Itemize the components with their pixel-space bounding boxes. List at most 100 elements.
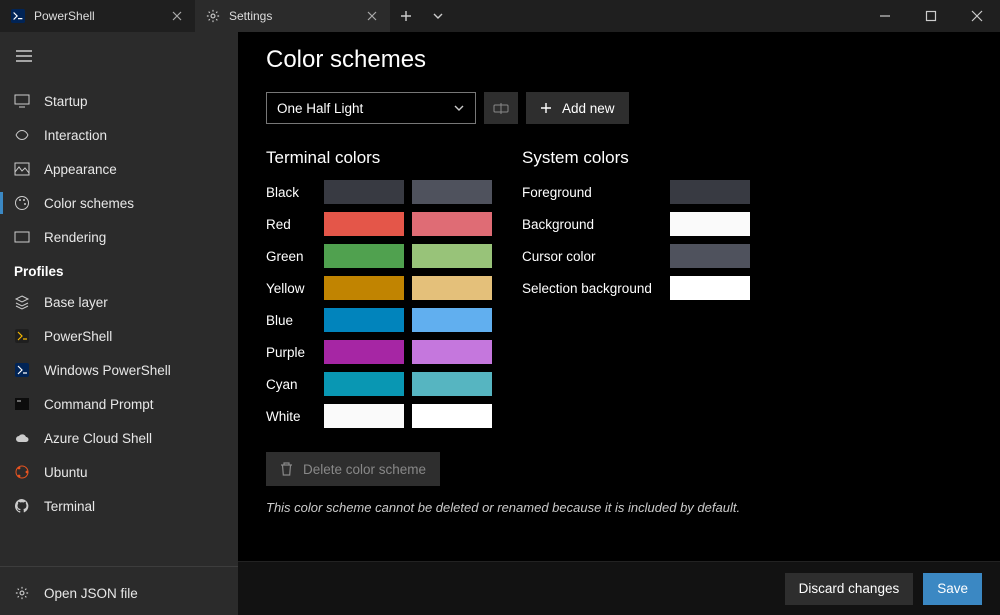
color-swatch[interactable] [670, 180, 750, 204]
system-color-row: Cursor color [522, 244, 750, 268]
tab-label: Settings [229, 9, 272, 23]
sidebar-profile-windows-powershell[interactable]: Windows PowerShell [0, 353, 238, 387]
rendering-icon [14, 229, 30, 245]
appearance-icon [14, 161, 30, 177]
color-swatch-bright[interactable] [412, 308, 492, 332]
color-swatch[interactable] [324, 308, 404, 332]
close-window-button[interactable] [954, 0, 1000, 32]
sidebar-item-label: Windows PowerShell [44, 363, 171, 378]
terminal-color-row: Purple [266, 340, 492, 364]
color-swatch[interactable] [324, 212, 404, 236]
sidebar-item-label: Rendering [44, 230, 106, 245]
color-swatch[interactable] [324, 404, 404, 428]
new-tab-button[interactable] [390, 0, 422, 32]
color-swatch-bright[interactable] [412, 244, 492, 268]
sidebar-item-label: Color schemes [44, 196, 134, 211]
sidebar-item-label: Open JSON file [44, 586, 138, 601]
sidebar-profile-ubuntu[interactable]: Ubuntu [0, 455, 238, 489]
color-swatch-bright[interactable] [412, 340, 492, 364]
color-swatch[interactable] [324, 340, 404, 364]
sidebar-item-label: Interaction [44, 128, 107, 143]
sidebar-profile-powershell[interactable]: PowerShell [0, 319, 238, 353]
delete-color-scheme-button[interactable]: Delete color scheme [266, 452, 440, 486]
color-label: Red [266, 217, 316, 232]
color-swatch[interactable] [324, 180, 404, 204]
color-swatch-bright[interactable] [412, 180, 492, 204]
sidebar-profile-baselayer[interactable]: Base layer [0, 285, 238, 319]
color-label: White [266, 409, 316, 424]
color-label: Black [266, 185, 316, 200]
scheme-selector[interactable]: One Half Light [266, 92, 476, 124]
color-label: Yellow [266, 281, 316, 296]
open-json-file[interactable]: Open JSON file [0, 571, 238, 615]
sidebar-item-label: Command Prompt [44, 397, 154, 412]
sidebar-item-label: Azure Cloud Shell [44, 431, 152, 446]
maximize-button[interactable] [908, 0, 954, 32]
sidebar-profile-azure[interactable]: Azure Cloud Shell [0, 421, 238, 455]
chevron-down-icon [453, 102, 465, 114]
page-title: Color schemes [266, 46, 972, 74]
cloud-icon [14, 430, 30, 446]
color-label: Cursor color [522, 249, 662, 264]
terminal-color-row: Green [266, 244, 492, 268]
window-controls [862, 0, 1000, 32]
color-swatch[interactable] [324, 372, 404, 396]
color-swatch[interactable] [324, 276, 404, 300]
hamburger-button[interactable] [4, 38, 44, 74]
terminal-color-row: Yellow [266, 276, 492, 300]
close-icon[interactable] [364, 8, 380, 24]
sidebar-item-interaction[interactable]: Interaction [0, 118, 238, 152]
minimize-button[interactable] [862, 0, 908, 32]
default-scheme-note: This color scheme cannot be deleted or r… [266, 500, 972, 515]
color-label: Selection background [522, 281, 662, 296]
sidebar-profile-cmd[interactable]: Command Prompt [0, 387, 238, 421]
color-swatch-bright[interactable] [412, 212, 492, 236]
color-swatch[interactable] [670, 212, 750, 236]
save-button[interactable]: Save [923, 573, 982, 605]
add-new-label: Add new [562, 101, 615, 116]
tab-label: PowerShell [34, 9, 95, 23]
color-label: Blue [266, 313, 316, 328]
layers-icon [14, 294, 30, 310]
color-label: Cyan [266, 377, 316, 392]
powershell-icon [14, 328, 30, 344]
rename-scheme-button[interactable] [484, 92, 518, 124]
sidebar-item-rendering[interactable]: Rendering [0, 220, 238, 254]
sidebar-item-appearance[interactable]: Appearance [0, 152, 238, 186]
trash-icon [280, 462, 293, 476]
tab-powershell[interactable]: PowerShell [0, 0, 195, 32]
sidebar-item-color-schemes[interactable]: Color schemes [0, 186, 238, 220]
tab-settings[interactable]: Settings [195, 0, 390, 32]
color-swatch-bright[interactable] [412, 276, 492, 300]
sidebar-profile-terminal[interactable]: Terminal [0, 489, 238, 523]
discard-changes-button[interactable]: Discard changes [785, 573, 914, 605]
profiles-heading: Profiles [0, 254, 238, 285]
delete-scheme-label: Delete color scheme [303, 462, 426, 477]
color-swatch-bright[interactable] [412, 372, 492, 396]
terminal-color-row: Cyan [266, 372, 492, 396]
terminal-colors-heading: Terminal colors [266, 148, 492, 168]
color-label: Purple [266, 345, 316, 360]
color-swatch[interactable] [670, 276, 750, 300]
system-colors-heading: System colors [522, 148, 750, 168]
color-swatch[interactable] [670, 244, 750, 268]
add-new-scheme-button[interactable]: Add new [526, 92, 629, 124]
system-colors-section: System colors ForegroundBackgroundCursor… [522, 148, 750, 436]
color-swatch[interactable] [324, 244, 404, 268]
tab-dropdown-button[interactable] [422, 0, 454, 32]
scheme-selector-value: One Half Light [277, 101, 363, 116]
powershell-icon [10, 8, 26, 24]
monitor-icon [14, 93, 30, 109]
sidebar-item-label: Base layer [44, 295, 108, 310]
close-icon[interactable] [169, 8, 185, 24]
plus-icon [540, 102, 552, 114]
sidebar-item-label: PowerShell [44, 329, 112, 344]
color-label: Foreground [522, 185, 662, 200]
main-content: Color schemes One Half Light Add new Ter… [238, 32, 1000, 615]
github-icon [14, 498, 30, 514]
sidebar-item-startup[interactable]: Startup [0, 84, 238, 118]
gear-icon [205, 8, 221, 24]
gear-icon [14, 585, 30, 601]
ubuntu-icon [14, 464, 30, 480]
color-swatch-bright[interactable] [412, 404, 492, 428]
